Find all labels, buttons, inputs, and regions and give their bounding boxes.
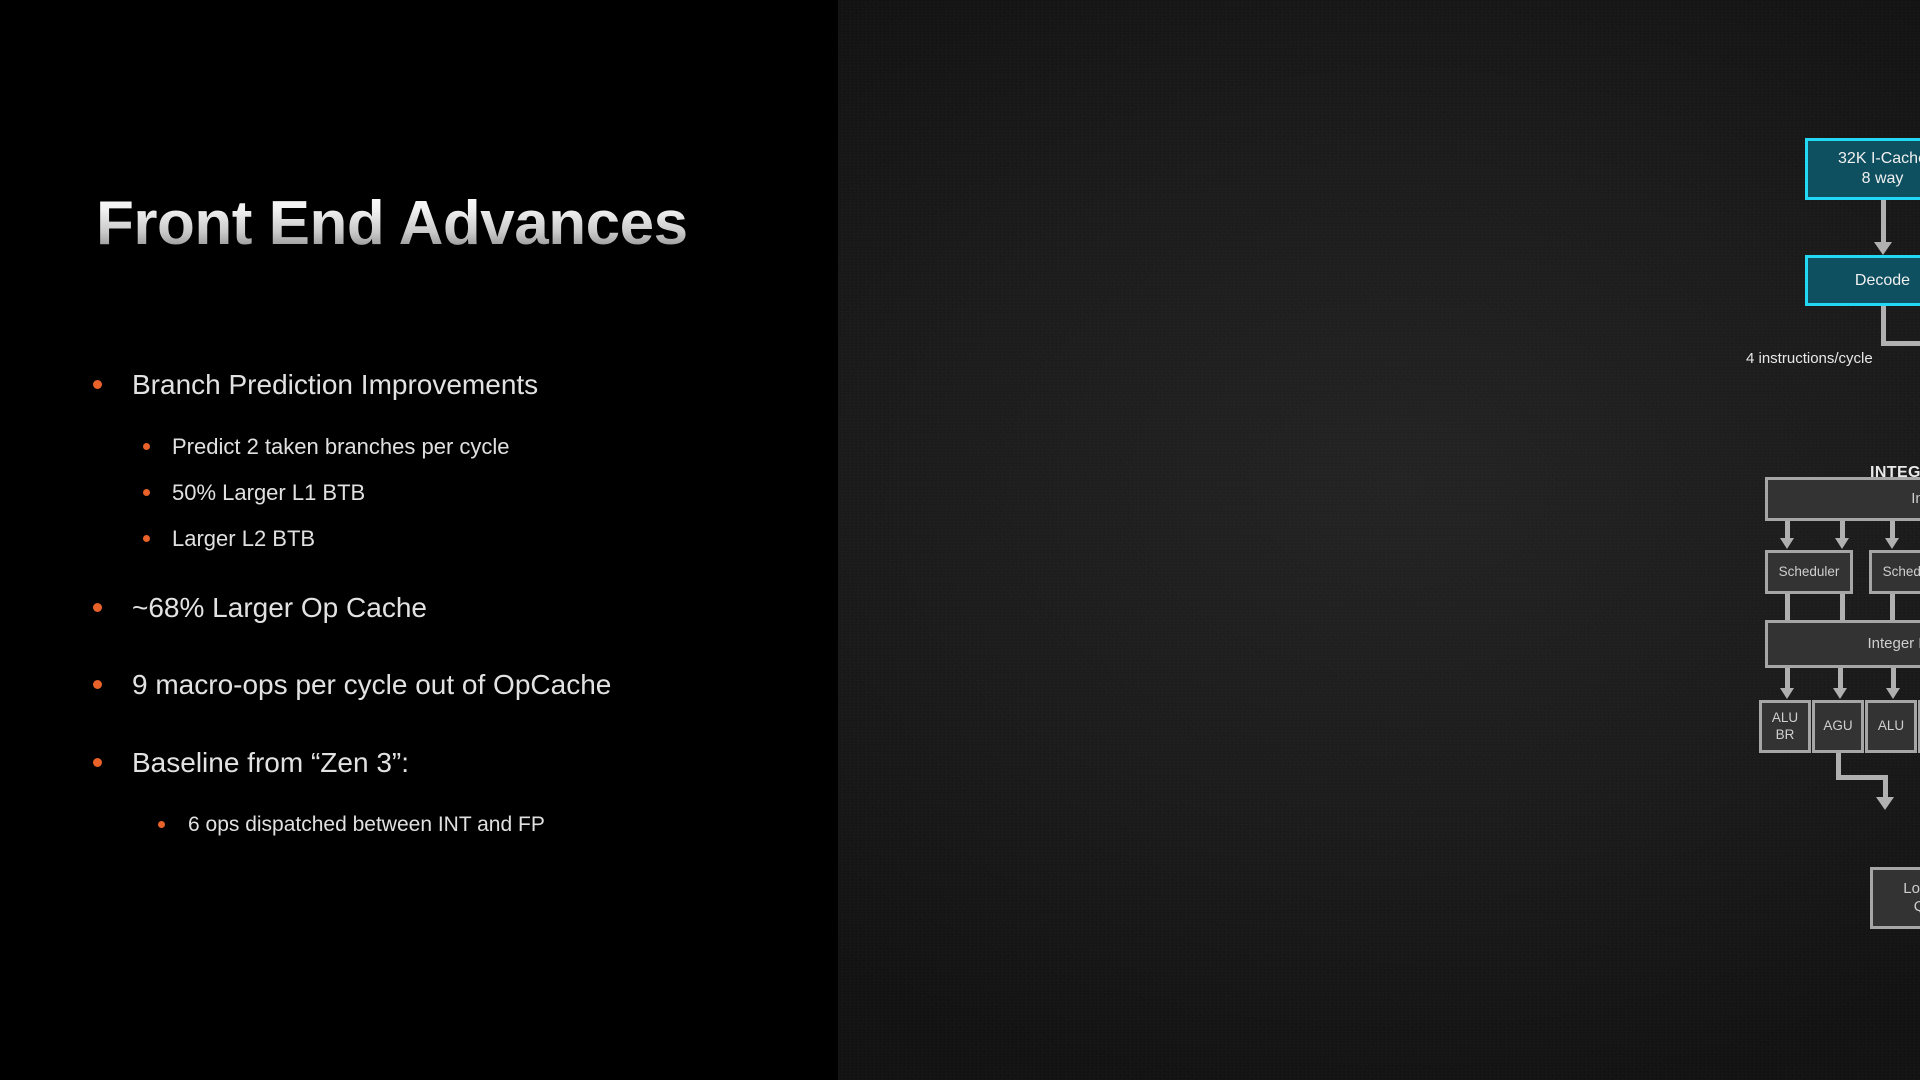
bullet-dot-icon (93, 602, 102, 612)
bullet-item-5: 9 macro-ops per cycle out of OpCache (80, 668, 810, 702)
connector-int-prf-0 (1785, 668, 1790, 690)
cpu-block-diagram: 4 instructions/cycle 9 macro-ops/cycle 6… (838, 0, 1920, 1080)
node-load-store-queues[interactable]: Load/Store Queues (1870, 867, 1920, 929)
node-label-line2: Queues (1913, 898, 1920, 915)
connector-int-prf-1 (1838, 668, 1843, 690)
bullet-text: ~68% Larger Op Cache (132, 591, 427, 623)
arrowhead-int-eu-1 (1833, 688, 1847, 699)
arrowhead-int-rn-1 (1835, 538, 1849, 549)
bullet-item-6: Baseline from “Zen 3”: (80, 746, 810, 780)
arrowhead-int-eu-2 (1886, 688, 1900, 699)
bullet-item-0: Branch Prediction Improvements (80, 368, 810, 402)
slide-root: Front End Advances Branch Prediction Imp… (0, 0, 1920, 1080)
arrowhead-decode (1874, 242, 1892, 255)
node-integer-rename[interactable]: Integer Rename (1765, 477, 1920, 521)
bullet-dot-icon (143, 442, 150, 450)
node-label-line1: AGU (1823, 718, 1853, 734)
bullet-text: Larger L2 BTB (172, 526, 316, 552)
node-int-scheduler-0[interactable]: Scheduler (1765, 550, 1853, 594)
node-integer-physical-register-file[interactable]: Integer Physical Register File (1765, 620, 1920, 668)
node-decode[interactable]: Decode (1805, 255, 1920, 306)
node-int-unit-2[interactable]: ALU (1865, 700, 1917, 753)
bullet-dot-icon (158, 820, 165, 828)
bullet-dot-icon (143, 488, 150, 496)
bullet-item-7: 6 ops dispatched between INT and FP (80, 812, 810, 837)
node-decode-label: Decode (1854, 271, 1911, 289)
bullet-item-2: 50% Larger L1 BTB (80, 480, 810, 506)
arrowhead-int-rn-0 (1780, 538, 1794, 549)
bullet-dot-icon (143, 535, 150, 543)
node-int-unit-0[interactable]: ALU BR (1759, 700, 1811, 753)
node-label: Integer Physical Register File (1867, 634, 1920, 652)
bullet-dot-icon (93, 680, 102, 690)
bullet-text: Baseline from “Zen 3”: (132, 746, 409, 778)
connector-int-sch-0a (1785, 594, 1790, 620)
connector-icache-to-decode (1881, 200, 1886, 244)
left-content-panel: Front End Advances Branch Prediction Imp… (0, 0, 838, 1080)
bullet-dot-icon (93, 380, 102, 389)
bullet-text: Branch Prediction Improvements (132, 369, 539, 400)
bullet-item-1: Predict 2 taken branches per cycle (80, 434, 810, 460)
arrowhead-int-rn-2 (1885, 538, 1899, 549)
page-title: Front End Advances (96, 189, 688, 258)
bullet-text: Predict 2 taken branches per cycle (172, 433, 510, 459)
connector-int-prf-2 (1891, 668, 1896, 690)
bullet-item-3: Larger L2 BTB (80, 526, 810, 552)
node-icache[interactable]: 32K I-Cache 8 way (1805, 138, 1920, 200)
bullet-text: 6 ops dispatched between INT and FP (188, 812, 545, 836)
bullet-text: 9 macro-ops per cycle out of OpCache (132, 669, 612, 701)
bullet-item-4: ~68% Larger Op Cache (80, 591, 810, 625)
connector-agu1-right (1836, 775, 1888, 780)
node-label-line1: ALU (1771, 710, 1799, 726)
bullet-text: 50% Larger L1 BTB (172, 479, 366, 505)
node-label: Scheduler (1882, 563, 1920, 579)
edge-label-decode-to-queue: 4 instructions/cycle (1746, 350, 1873, 367)
connector-agu1-drop (1883, 775, 1888, 799)
arrowhead-lsq-0 (1876, 797, 1894, 810)
connector-decode-right (1881, 341, 1920, 346)
node-label-line2: BR (1775, 726, 1795, 742)
node-label-line1: ALU (1877, 718, 1905, 734)
node-icache-line1: 32K I-Cache (1838, 150, 1920, 168)
bullet-list: Branch Prediction Improvements Predict 2… (80, 368, 810, 857)
node-icache-line2: 8 way (1861, 170, 1904, 187)
arrowhead-int-eu-0 (1780, 688, 1794, 699)
block-diagram-panel: 4 instructions/cycle 9 macro-ops/cycle 6… (838, 0, 1920, 1080)
node-label-line1: Load/Store (1903, 879, 1920, 897)
connector-int-sch-1a (1890, 594, 1895, 620)
bullet-dot-icon (93, 757, 102, 767)
connector-int-sch-0b (1840, 594, 1845, 620)
node-label: Scheduler (1778, 563, 1840, 579)
node-integer-rename-label: Integer Rename (1911, 489, 1920, 507)
node-int-unit-1[interactable]: AGU (1812, 700, 1864, 753)
node-int-scheduler-1[interactable]: Scheduler (1869, 550, 1920, 594)
